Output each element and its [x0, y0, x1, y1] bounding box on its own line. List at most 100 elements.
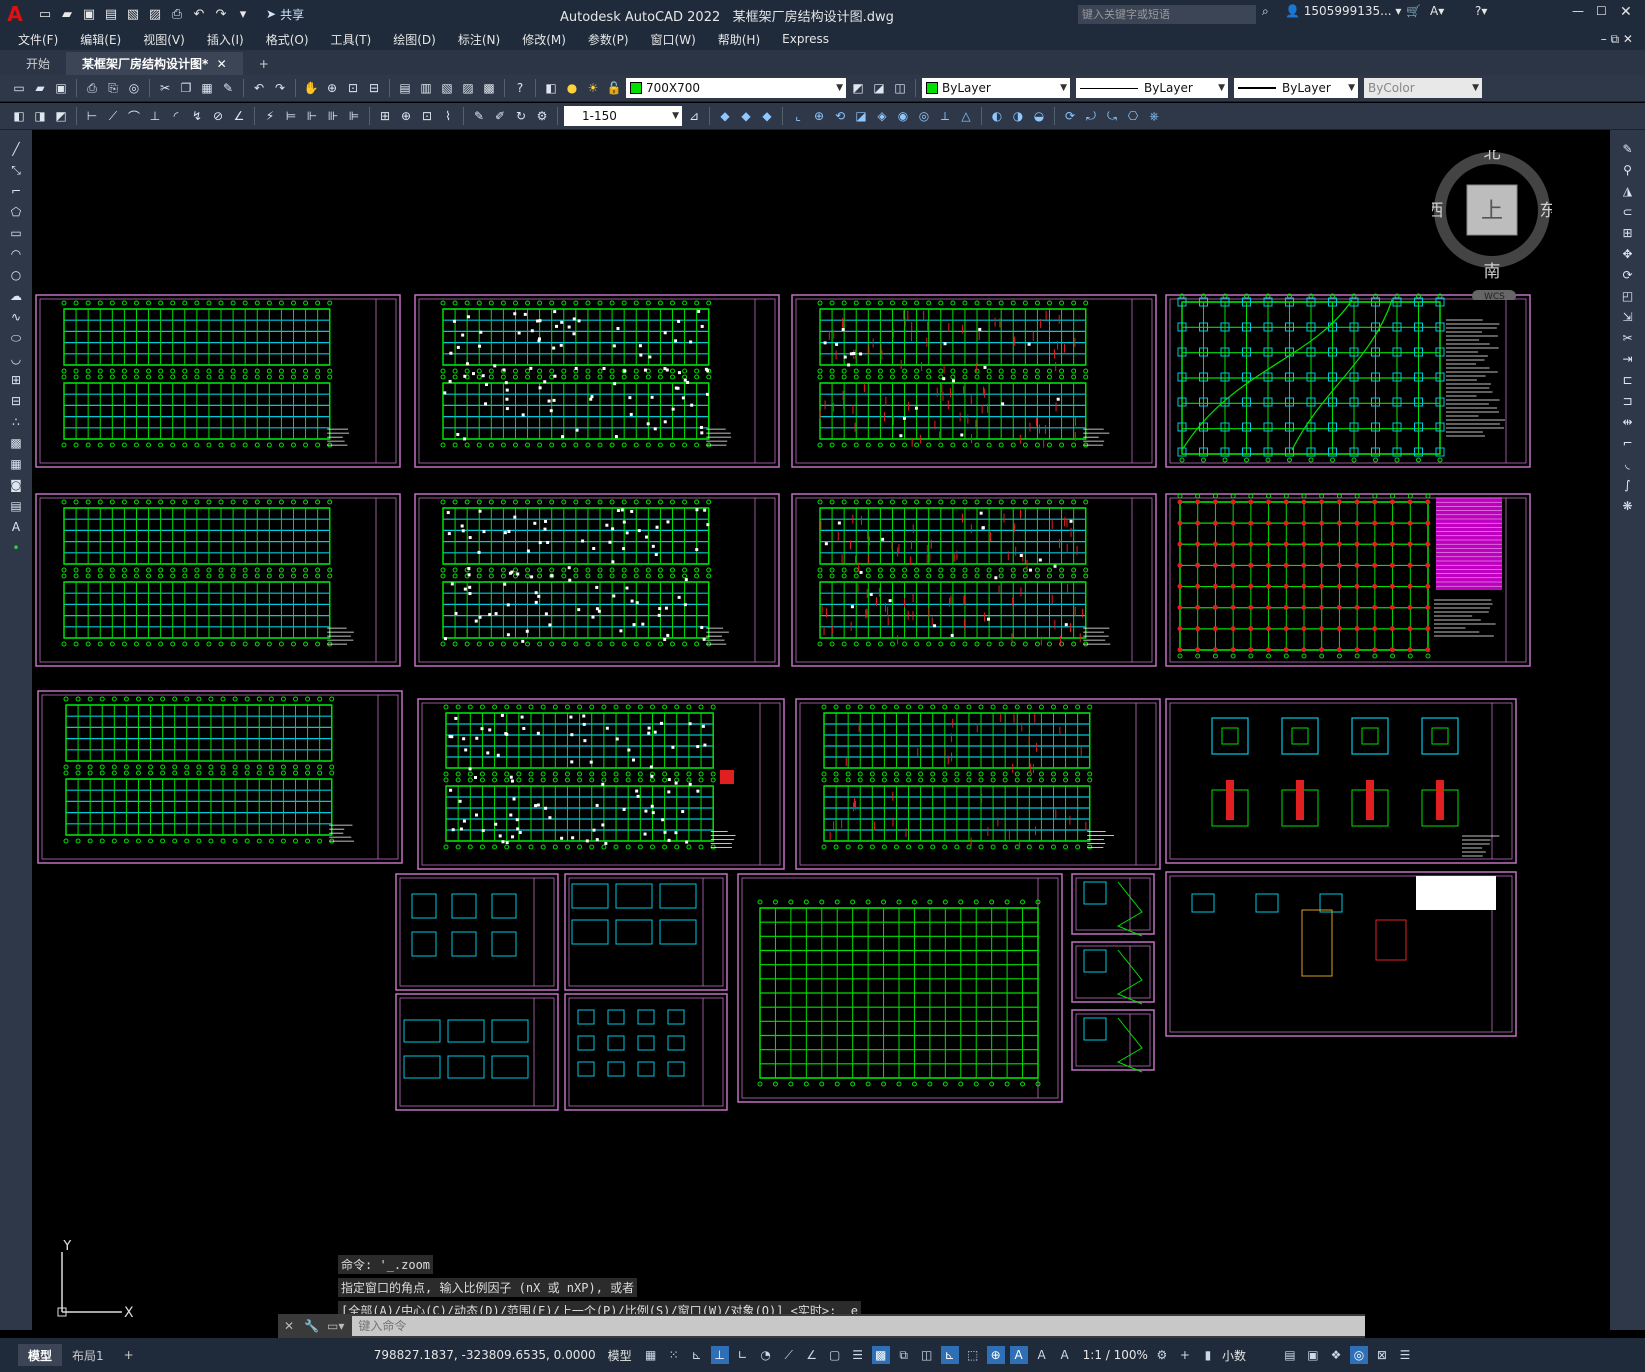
- menu-tools[interactable]: 工具(T): [331, 31, 372, 48]
- offset-icon[interactable]: ⊂: [1619, 203, 1637, 221]
- ucs-world-icon[interactable]: ⊕: [810, 107, 828, 125]
- diameter-icon[interactable]: ⊘: [209, 107, 227, 125]
- menu-express[interactable]: Express: [782, 32, 829, 46]
- new-file-icon[interactable]: ▭: [36, 5, 54, 23]
- redo-icon[interactable]: ↷: [271, 79, 289, 97]
- menu-parametric[interactable]: 参数(P): [588, 31, 629, 48]
- menu-edit[interactable]: 编辑(E): [80, 31, 121, 48]
- jogged-icon[interactable]: ↯: [188, 107, 206, 125]
- customize-qat-icon[interactable]: ▾: [234, 5, 252, 23]
- menu-view[interactable]: 视图(V): [143, 31, 185, 48]
- share-button[interactable]: ➤ 共享: [266, 6, 304, 23]
- menu-file[interactable]: 文件(F): [18, 31, 58, 48]
- annotation-visibility-icon[interactable]: A: [1009, 1346, 1028, 1364]
- snap-icon[interactable]: ⁙: [665, 1346, 683, 1364]
- layer-previous-icon[interactable]: ◪: [870, 79, 888, 97]
- dim-update-icon[interactable]: ↻: [512, 107, 530, 125]
- publish-icon[interactable]: ◎: [125, 79, 143, 97]
- arc-icon[interactable]: ◠: [7, 245, 25, 263]
- menu-format[interactable]: 格式(O): [266, 31, 309, 48]
- search-icon[interactable]: ⌕: [1262, 4, 1269, 19]
- drawing-canvas[interactable]: [32, 130, 1610, 1330]
- properties-icon[interactable]: ▤: [396, 79, 414, 97]
- free-orbit-icon[interactable]: ⤾: [1082, 107, 1100, 125]
- close-tab-icon[interactable]: ✕: [217, 57, 227, 71]
- move-icon[interactable]: ✥: [1619, 245, 1637, 263]
- stretch-icon[interactable]: ⇲: [1619, 308, 1637, 326]
- polyline-icon[interactable]: ⌐: [7, 182, 25, 200]
- autocad-logo[interactable]: A: [0, 0, 30, 28]
- layer-state-icon[interactable]: ◫: [891, 79, 909, 97]
- ortho-icon[interactable]: ∟: [734, 1346, 752, 1364]
- layer-on-icon[interactable]: ●: [563, 79, 581, 97]
- user-menu[interactable]: 👤 1505999135... ▾: [1285, 4, 1401, 18]
- menu-insert[interactable]: 插入(I): [207, 31, 244, 48]
- plot-icon[interactable]: ⎙: [168, 5, 186, 23]
- close-icon[interactable]: ✕: [284, 1319, 294, 1333]
- line-icon[interactable]: ╱: [7, 140, 25, 158]
- customize-icon[interactable]: 🔧: [304, 1319, 319, 1333]
- pan-icon[interactable]: ✋: [302, 79, 320, 97]
- polar-icon[interactable]: ◔: [757, 1346, 775, 1364]
- minimize-icon[interactable]: —: [1572, 4, 1584, 18]
- visual-style-3d-icon[interactable]: ◑: [1009, 107, 1027, 125]
- add-selected-icon[interactable]: •: [7, 539, 25, 557]
- viewcube-south[interactable]: 南: [1484, 262, 1501, 282]
- tool-palettes-icon[interactable]: ▧: [438, 79, 456, 97]
- layer-thaw-icon[interactable]: ☀: [584, 79, 602, 97]
- ucs-icon[interactable]: ⌞: [789, 107, 807, 125]
- maximize-icon[interactable]: ☐: [1596, 4, 1607, 18]
- annotation-monitor-icon[interactable]: +: [1176, 1346, 1194, 1364]
- viewcube-west[interactable]: 西: [1427, 201, 1444, 221]
- doc-window-controls[interactable]: – ⧉ ✕: [1601, 32, 1633, 47]
- hatch-icon[interactable]: ▩: [7, 434, 25, 452]
- model-space-toggle[interactable]: 模型: [608, 1347, 632, 1364]
- clean-screen-icon[interactable]: ⊠: [1373, 1346, 1391, 1364]
- quick-dim-icon[interactable]: ⚡: [261, 107, 279, 125]
- angular-icon[interactable]: ∠: [230, 107, 248, 125]
- dim-style-icon[interactable]: ⚙: [533, 107, 551, 125]
- undo-icon[interactable]: ↶: [250, 79, 268, 97]
- ucs-previous-icon[interactable]: ⟲: [831, 107, 849, 125]
- paste-icon[interactable]: ▦: [198, 79, 216, 97]
- insert-block-icon[interactable]: ⊞: [7, 371, 25, 389]
- help-icon[interactable]: ?▾: [1475, 4, 1487, 18]
- menu-help[interactable]: 帮助(H): [718, 31, 760, 48]
- recent-commands-icon[interactable]: ▭▾: [327, 1319, 344, 1333]
- units-dropdown[interactable]: 小数: [1222, 1347, 1246, 1364]
- open-file-icon[interactable]: ▰: [58, 5, 76, 23]
- graphics-performance-icon[interactable]: ◎: [1349, 1346, 1368, 1364]
- units-icon[interactable]: ▮: [1199, 1346, 1217, 1364]
- copy-icon[interactable]: ❐: [177, 79, 195, 97]
- cut-icon[interactable]: ✂: [156, 79, 174, 97]
- viewcube[interactable]: 上 北 南 东 西 WCS: [1427, 143, 1557, 302]
- menu-window[interactable]: 窗口(W): [651, 31, 696, 48]
- continuous-orbit-icon[interactable]: ⤿: [1103, 107, 1121, 125]
- visual-style-realistic-icon[interactable]: ◒: [1030, 107, 1048, 125]
- walk-icon[interactable]: ⎈: [1145, 107, 1163, 125]
- tab-start[interactable]: 开始: [10, 52, 66, 75]
- chamfer-icon[interactable]: ⌐: [1619, 434, 1637, 452]
- calculator-icon[interactable]: ▩: [480, 79, 498, 97]
- table-icon[interactable]: ▤: [7, 497, 25, 515]
- viewcube-north[interactable]: 北: [1484, 143, 1501, 163]
- undo-icon[interactable]: ↶: [190, 5, 208, 23]
- blend-icon[interactable]: ∫: [1619, 476, 1637, 494]
- center-mark-icon[interactable]: ⊕: [397, 107, 415, 125]
- infer-icon[interactable]: ⊾: [688, 1346, 706, 1364]
- break-icon[interactable]: ⊐: [1619, 392, 1637, 410]
- mtext-icon[interactable]: A: [7, 518, 25, 536]
- trim-icon[interactable]: ✂: [1619, 329, 1637, 347]
- erase-icon[interactable]: ✎: [1619, 140, 1637, 158]
- tab-model[interactable]: 模型: [18, 1344, 63, 1366]
- dynamic-ucs-icon[interactable]: ⊾: [940, 1346, 959, 1364]
- tolerance-icon[interactable]: ⊞: [376, 107, 394, 125]
- visual-style-2d-icon[interactable]: ◐: [988, 107, 1006, 125]
- help-icon[interactable]: ?: [511, 79, 529, 97]
- color-dropdown[interactable]: ByLayer ▼: [922, 78, 1070, 98]
- linear-dim-icon[interactable]: ⊢: [83, 107, 101, 125]
- selection-cycling-icon[interactable]: ⧉: [895, 1346, 913, 1364]
- dim-scale-dropdown[interactable]: 1-150 ▼: [564, 106, 682, 126]
- layer-isolate-icon[interactable]: ◨: [31, 107, 49, 125]
- transparency-icon[interactable]: ▩: [871, 1346, 890, 1364]
